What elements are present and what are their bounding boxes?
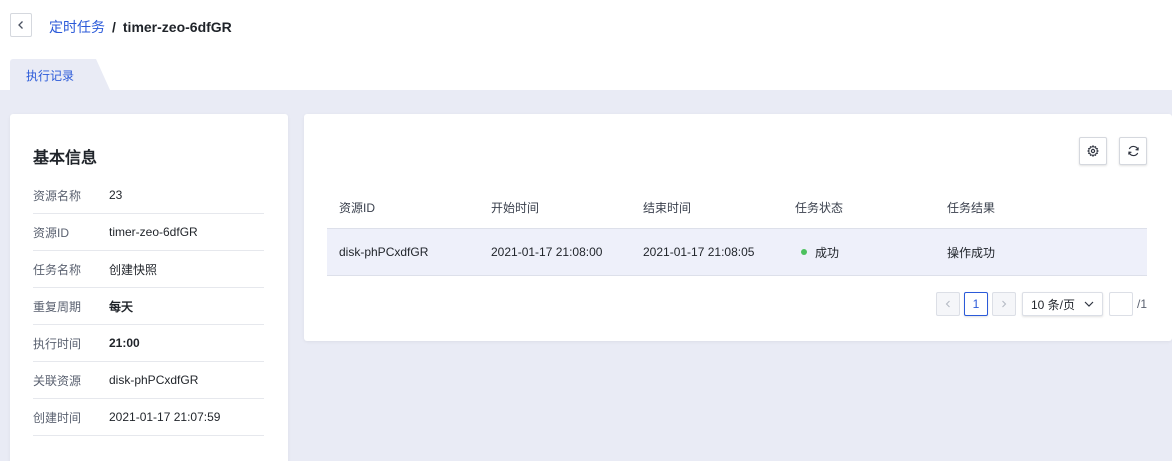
status-label: 成功 — [815, 245, 840, 260]
breadcrumb: 定时任务 / timer-zeo-6dfGR — [49, 17, 232, 37]
info-value: 21:00 — [109, 336, 140, 350]
info-label: 关联资源 — [33, 373, 82, 388]
refresh-icon — [1127, 145, 1139, 157]
cell-end-time: 2021-01-17 21:08:05 — [643, 245, 755, 259]
page-header: 定时任务 / timer-zeo-6dfGR 执行记录 — [0, 0, 1172, 90]
info-row-linked-resource: 关联资源 disk-phPCxdfGR — [33, 362, 264, 399]
info-label: 重复周期 — [33, 299, 82, 314]
tab-execution-records[interactable]: 执行记录 — [10, 59, 110, 90]
cell-task-result: 操作成功 — [947, 245, 996, 260]
settings-button[interactable] — [1079, 137, 1107, 165]
chevron-down-icon — [1084, 301, 1094, 307]
chevron-left-icon — [18, 21, 23, 29]
page-size-select[interactable]: 10 条/页 — [1021, 292, 1103, 316]
table-row[interactable]: disk-phPCxdfGR 2021-01-17 21:08:00 2021-… — [327, 228, 1147, 276]
column-header-task-status: 任务状态 — [795, 200, 844, 215]
info-value: 2021-01-17 21:07:59 — [109, 410, 221, 424]
execution-records-card: 资源ID 开始时间 结束时间 任务状态 任务结果 disk-phPCxdfGR … — [304, 114, 1172, 341]
info-row-task-name: 任务名称 创建快照 — [33, 251, 264, 288]
info-row-created-time: 创建时间 2021-01-17 21:07:59 — [33, 399, 264, 436]
cell-start-time: 2021-01-17 21:08:00 — [491, 245, 603, 259]
basic-info-card: 基本信息 资源名称 23 资源ID timer-zeo-6dfGR 任务名称 创… — [10, 114, 288, 461]
cell-resource-id: disk-phPCxdfGR — [339, 245, 429, 259]
column-header-task-result: 任务结果 — [947, 200, 996, 215]
page-number-button[interactable]: 1 — [963, 292, 988, 316]
info-label: 执行时间 — [33, 336, 82, 351]
back-button[interactable] — [10, 13, 32, 37]
info-label: 资源名称 — [33, 188, 82, 203]
info-row-resource-name: 资源名称 23 — [33, 177, 264, 214]
prev-page-button[interactable] — [935, 292, 960, 316]
basic-info-list: 资源名称 23 资源ID timer-zeo-6dfGR 任务名称 创建快照 重… — [33, 177, 264, 436]
chevron-left-icon — [945, 300, 950, 308]
breadcrumb-current: timer-zeo-6dfGR — [122, 19, 232, 35]
execution-records-table: 资源ID 开始时间 结束时间 任务状态 任务结果 disk-phPCxdfGR … — [327, 186, 1147, 276]
breadcrumb-separator: / — [112, 19, 116, 35]
info-value: 每天 — [109, 299, 134, 314]
status-success-dot-icon — [801, 249, 807, 255]
info-value: timer-zeo-6dfGR — [109, 225, 198, 239]
info-value: 23 — [109, 188, 123, 202]
gear-icon — [1087, 145, 1099, 157]
info-label: 资源ID — [33, 225, 70, 240]
next-page-button[interactable] — [991, 292, 1016, 316]
info-label: 创建时间 — [33, 410, 82, 425]
column-header-resource-id: 资源ID — [339, 200, 376, 215]
column-header-end-time: 结束时间 — [643, 200, 692, 215]
breadcrumb-parent-link[interactable]: 定时任务 — [49, 17, 105, 37]
page-size-value: 10 条/页 — [1030, 297, 1076, 312]
total-pages: /1 — [1136, 297, 1147, 311]
info-label: 任务名称 — [33, 262, 82, 277]
info-row-execution-time: 执行时间 21:00 — [33, 325, 264, 362]
info-value: disk-phPCxdfGR — [109, 373, 199, 387]
pagination: 1 10 条/页 /1 — [935, 292, 1147, 316]
table-header: 资源ID 开始时间 结束时间 任务状态 任务结果 — [327, 186, 1147, 228]
info-row-repeat-cycle: 重复周期 每天 — [33, 288, 264, 325]
chevron-right-icon — [1002, 300, 1007, 308]
column-header-start-time: 开始时间 — [491, 200, 540, 215]
cell-task-status: 成功 — [783, 244, 935, 261]
info-value: 创建快照 — [109, 262, 158, 277]
basic-info-title: 基本信息 — [33, 150, 98, 167]
info-row-resource-id: 资源ID timer-zeo-6dfGR — [33, 214, 264, 251]
content-area: 基本信息 资源名称 23 资源ID timer-zeo-6dfGR 任务名称 创… — [0, 90, 1172, 461]
page-jump-input[interactable] — [1108, 292, 1133, 316]
refresh-button[interactable] — [1119, 137, 1147, 165]
tab-bar: 执行记录 — [10, 59, 110, 90]
